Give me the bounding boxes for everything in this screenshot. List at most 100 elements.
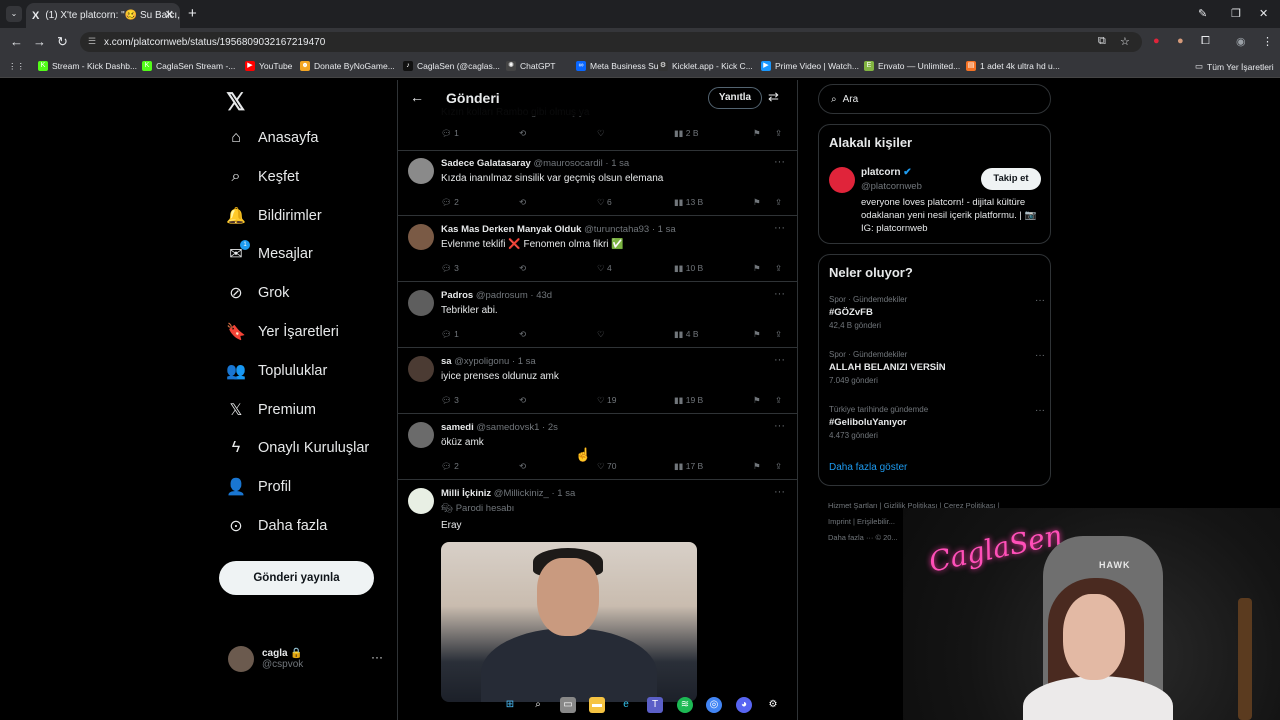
bookmark-icon[interactable]: ⚑	[753, 395, 761, 406]
share-icon[interactable]: ⇪	[775, 128, 782, 139]
retweet-action[interactable]: ⟲	[519, 197, 526, 208]
profile-avatar-icon[interactable]: ◉	[1236, 35, 1246, 48]
apps-grid-icon[interactable]: ⋮⋮	[8, 61, 25, 72]
trend-item[interactable]: Spor · Gündemdekiler ALLAH BELANIZI VERSİ…	[829, 350, 1045, 385]
bookmark-icon[interactable]: ⚑	[753, 461, 761, 472]
tweet-reply[interactable]: Padros @padrosum · 43d ··· Tebrikler abi. 💬…	[398, 282, 797, 348]
bookmark-icon[interactable]: ⚑	[753, 329, 761, 340]
bookmark-icon[interactable]: ⚑	[753, 128, 761, 139]
reload-icon[interactable]: ↻	[57, 34, 68, 50]
pen-icon[interactable]: ✎	[1198, 7, 1207, 20]
sidebar-item-onaylı-kuruluşlar[interactable]: ϟ Onaylı Kuruluşlar	[226, 436, 369, 460]
retweet-action[interactable]: ⟲	[519, 395, 526, 406]
file-explorer-icon[interactable]: ▬	[589, 697, 605, 713]
views-action[interactable]: ▮▮ 13 B	[674, 197, 703, 208]
trend-more-icon[interactable]: ···	[1035, 405, 1045, 416]
filter-icon[interactable]: ⇄	[768, 89, 779, 105]
sidebar-item-mesajlar[interactable]: ✉ 1 Mesajlar	[226, 240, 313, 266]
back-icon[interactable]: ←	[10, 34, 23, 49]
tweet-reply[interactable]: Sadece Galatasaray @maurosocardil · 1 sa…	[398, 150, 797, 216]
avatar[interactable]	[408, 422, 434, 448]
tweet-more-icon[interactable]: ···	[774, 354, 785, 366]
like-action[interactable]: ♡ 6	[597, 197, 612, 208]
tweet-reply[interactable]: samedi @samedovsk1 · 2s ··· öküz amk 💬︎ 2 ⟲ …	[398, 414, 797, 480]
spotify-icon[interactable]: ≋	[677, 697, 693, 713]
sidebar-item-profil[interactable]: 👤 Profil	[226, 475, 291, 499]
bookmark-icon[interactable]: ⚑	[753, 197, 761, 208]
tweet-with-media[interactable]: Milli İçkiniz @Millickiniz_ · 1 sa ··· 🎭…	[398, 480, 797, 720]
views-action[interactable]: ▮▮ 4 B	[674, 329, 699, 340]
chrome-icon[interactable]: ◎	[706, 697, 722, 713]
trend-more-icon[interactable]: ···	[1035, 350, 1045, 361]
like-action[interactable]: ♡	[597, 329, 605, 340]
share-icon[interactable]: ⇪	[775, 197, 782, 208]
close-window-icon[interactable]: ✕	[1259, 7, 1268, 20]
extensions-puzzle-icon[interactable]: ⧠	[1201, 35, 1210, 48]
restore-window-icon[interactable]: ❐	[1231, 7, 1241, 20]
search-input[interactable]: ⌕ Ara	[818, 84, 1051, 114]
bookmark-item[interactable]: ♪ CaglaSen (@caglas...	[403, 61, 500, 71]
sidebar-item-grok[interactable]: ⊘ Grok	[226, 281, 289, 305]
more-dots-icon[interactable]: ···	[371, 650, 383, 664]
retweet-action[interactable]: ⟲	[519, 329, 526, 340]
sidebar-item-yer-i-şaretleri[interactable]: 🔖 Yer İşaretleri	[226, 320, 339, 344]
extension-red-icon[interactable]: ●	[1153, 35, 1160, 47]
browser-menu-icon[interactable]: ⋮	[1262, 35, 1273, 48]
related-name[interactable]: platcorn ✔	[861, 167, 912, 178]
reply-button[interactable]: Yanıtla	[708, 87, 762, 109]
sidebar-item-keşfet[interactable]: ⌕ Keşfet	[226, 165, 300, 189]
reply-action[interactable]: 💬︎ 2	[441, 197, 459, 208]
avatar[interactable]	[408, 158, 434, 184]
browser-tab[interactable]: X (1) X'te platcorn: "🥴 Su Balcı, l... ✕	[26, 3, 180, 28]
avatar[interactable]	[408, 224, 434, 250]
bookmark-item[interactable]: E Envato — Unlimited...	[864, 61, 960, 71]
reply-action[interactable]: 💬︎ 3	[441, 263, 459, 274]
teams-icon[interactable]: T	[647, 697, 663, 713]
taskbar-search-icon[interactable]: ⌕	[530, 697, 546, 713]
bookmark-item[interactable]: K CaglaSen Stream -...	[142, 61, 235, 71]
tweet-reply[interactable]: Kas Mas Derken Manyak Olduk @turunctaha9…	[398, 216, 797, 282]
x-logo-icon[interactable]: 𝕏	[226, 88, 245, 117]
bookmark-item[interactable]: ▶ YouTube	[245, 61, 292, 71]
share-icon[interactable]: ⇪	[775, 263, 782, 274]
reply-action[interactable]: 💬︎ 1	[441, 329, 459, 340]
tweet-more-icon[interactable]: ···	[774, 420, 785, 432]
sidebar-item-premium[interactable]: 𝕏 Premium	[226, 398, 316, 422]
account-switcher[interactable]: cagla 🔒 @cspvok	[228, 646, 303, 672]
tweet-more-icon[interactable]: ···	[774, 486, 785, 498]
bookmark-item[interactable]: ⚙ Kicklet.app - Kick C...	[658, 61, 753, 71]
share-icon[interactable]: ⇪	[775, 461, 782, 472]
task-view-icon[interactable]: ▭	[560, 697, 576, 713]
trend-more-icon[interactable]: ···	[1035, 295, 1045, 306]
tweet-more-icon[interactable]: ···	[774, 156, 785, 168]
tweet-reply[interactable]: sa @xypoligonu · 1 sa ··· iyice prenses ol…	[398, 348, 797, 414]
bookmark-item[interactable]: ∞ Meta Business Suite	[576, 61, 667, 71]
settings-icon[interactable]: ⚙	[765, 697, 781, 713]
star-icon[interactable]: ☆	[1120, 35, 1130, 48]
retweet-action[interactable]: ⟲	[519, 263, 526, 274]
retweet-action[interactable]: ⟲	[519, 461, 526, 472]
like-action[interactable]: ♡ 19	[597, 395, 616, 406]
bookmark-item[interactable]: ▶ Prime Video | Watch...	[761, 61, 859, 71]
reply-action[interactable]: 💬︎ 1	[441, 128, 459, 139]
windows-start-icon[interactable]: ⊞	[502, 697, 518, 713]
like-icon[interactable]: ♡	[597, 128, 605, 139]
views-action[interactable]: ▮▮ 10 B	[674, 263, 703, 274]
bookmark-item[interactable]: ▤ 1 adet 4k ultra hd u...	[966, 61, 1060, 71]
avatar[interactable]	[829, 167, 855, 193]
bookmark-item[interactable]: ✺ ChatGPT	[506, 61, 555, 71]
forward-icon[interactable]: →	[33, 34, 46, 49]
sidebar-item-topluluklar[interactable]: 👥 Topluluklar	[226, 359, 327, 383]
discord-icon[interactable]: ◕	[736, 697, 752, 713]
new-tab-icon[interactable]: +	[188, 5, 197, 22]
tab-close-icon[interactable]: ✕	[165, 8, 174, 21]
trend-item[interactable]: Spor · Gündemdekiler #GÖZvFB 42,4 B gönder…	[829, 295, 1045, 330]
back-arrow-icon[interactable]: ←	[410, 89, 424, 105]
bookmark-item[interactable]: K Stream - Kick Dashb...	[38, 61, 137, 71]
sidebar-item-bildirimler[interactable]: 🔔 Bildirimler	[226, 204, 322, 228]
avatar[interactable]	[408, 290, 434, 316]
all-bookmarks-folder[interactable]: ▭ Tüm Yer İşaretleri	[1195, 61, 1274, 72]
views-action[interactable]: ▮▮ 17 B	[674, 461, 703, 472]
edge-icon[interactable]: e	[618, 697, 634, 713]
sidebar-item-anasayfa[interactable]: ⌂ Anasayfa	[226, 126, 318, 150]
